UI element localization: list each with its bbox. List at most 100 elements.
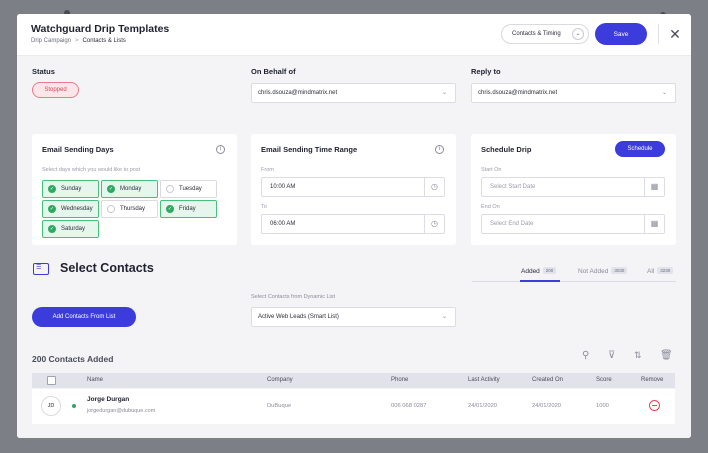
day-thursday[interactable]: Thursday [101,200,158,218]
contact-company: DuBuque [267,403,292,409]
info-icon[interactable]: i [216,145,225,154]
filter-icon[interactable]: ⊽ [608,350,615,361]
check-icon: ✓ [107,185,115,193]
breadcrumb-item-contacts-lists: Contacts & Lists [82,38,126,44]
contact-name[interactable]: Jorge Durgan [87,396,129,403]
contacts-timing-dropdown[interactable]: Contacts & Timing ⌄ [501,24,589,44]
status-badge: Stopped [32,82,79,98]
contact-score: 1000 [596,403,609,409]
schedule-drip-title: Schedule Drip [481,145,532,154]
contact-last-activity: 24/01/2020 [468,403,498,409]
from-time-input[interactable]: 10:00 AM ◷ [261,177,445,197]
day-monday[interactable]: ✓ Monday [101,180,158,198]
close-icon[interactable]: ✕ [665,24,685,44]
schedule-button[interactable]: Schedule [615,141,665,157]
tab-all[interactable]: All 3230 [647,267,674,275]
day-friday[interactable]: ✓ Friday [160,200,217,218]
contacts-count-title: 200 Contacts Added [32,354,114,364]
column-header-last-activity[interactable]: Last Activity [468,377,500,383]
column-header-created-on[interactable]: Created On [532,377,563,383]
tab-not-added[interactable]: Not Added 3030 [578,267,628,275]
start-date-input[interactable]: Select Start Date ▦ [481,177,665,197]
breadcrumb-item-drip-campaign[interactable]: Drip Campaign [31,38,71,44]
email-sending-days-title: Email Sending Days [42,145,114,154]
reply-to-label: Reply to [471,67,501,76]
select-all-checkbox[interactable] [47,376,56,385]
info-icon[interactable]: i [435,145,444,154]
column-header-name[interactable]: Name [87,377,103,383]
calendar-icon[interactable]: ▦ [644,215,664,233]
add-contacts-from-list-button[interactable]: Add Contacts From List [32,307,136,327]
contacts-card-icon: ☰ [33,263,49,275]
modal-header: Watchguard Drip Templates Drip Campaign >… [17,14,691,56]
to-label: To [261,204,267,210]
chevron-down-icon: ⌄ [441,90,447,96]
chevron-down-icon: ⌄ [572,28,584,40]
email-sending-days-card: Email Sending Days i Select days which y… [32,134,237,245]
breadcrumb: Drip Campaign > Contacts & Lists [31,38,126,44]
to-time-input[interactable]: 06:00 AM ◷ [261,214,445,234]
drip-template-modal: Watchguard Drip Templates Drip Campaign >… [17,14,691,438]
day-wednesday[interactable]: ✓ Wednesday [42,200,99,218]
tab-count: 3230 [657,267,674,274]
on-behalf-select[interactable]: chris.dsouza@mindmatrix.net ⌄ [251,83,456,103]
chevron-down-icon: ⌄ [661,90,667,96]
column-header-score[interactable]: Score [596,377,612,383]
tab-count: 3030 [611,267,628,274]
online-status-dot [72,404,76,408]
calendar-icon[interactable]: ▦ [644,178,664,196]
day-label: Wednesday [61,206,93,212]
check-icon: ✓ [48,185,56,193]
on-behalf-label: On Behalf of [251,67,296,76]
contact-created-on: 24/01/2020 [532,403,562,409]
column-header-company[interactable]: Company [267,377,293,383]
day-saturday[interactable]: ✓ Saturday [42,220,99,238]
save-button[interactable]: Save [595,23,647,45]
table-header: Name Company Phone Last Activity Created… [32,373,675,388]
page-title: Watchguard Drip Templates [31,23,170,35]
day-sunday[interactable]: ✓ Sunday [42,180,99,198]
sort-icon[interactable]: ⇅ [634,350,642,361]
select-contacts-title: Select Contacts [60,261,154,275]
day-label: Thursday [120,206,146,212]
check-icon: ✓ [166,205,174,213]
email-sending-time-card: Email Sending Time Range i From 10:00 AM… [251,134,456,245]
day-label: Saturday [61,226,86,232]
on-behalf-value: chris.dsouza@mindmatrix.net [258,90,338,96]
dynamic-list-select[interactable]: Active Web Leads (Smart List) ⌄ [251,307,456,327]
radio-empty-icon [107,205,115,213]
check-icon: ✓ [48,225,56,233]
day-tuesday[interactable]: Tuesday [160,180,217,198]
clock-icon[interactable]: ◷ [424,215,444,233]
contacts-timing-label: Contacts & Timing [512,31,561,37]
column-header-phone[interactable]: Phone [391,377,408,383]
start-on-label: Start On [481,167,502,173]
chevron-down-icon: ⌄ [441,314,447,320]
table-row[interactable]: JD Jorge Durgan jorgedurgan@dubuque.com … [32,389,675,424]
to-time-value: 06:00 AM [270,221,296,227]
day-label: Sunday [61,186,82,192]
time-range-title: Email Sending Time Range [261,145,358,154]
contact-phone: 006 068 0287 [391,403,427,409]
end-date-input[interactable]: Select End Date ▦ [481,214,665,234]
dynamic-list-value: Active Web Leads (Smart List) [258,314,339,320]
radio-empty-icon [166,185,174,193]
check-icon: ✓ [48,205,56,213]
reply-to-select[interactable]: chris.dsouza@mindmatrix.net ⌄ [471,83,676,103]
tab-label: All [647,268,655,275]
tab-added[interactable]: Added 200 [521,267,557,275]
day-label: Friday [179,206,196,212]
tab-count: 200 [542,267,557,274]
day-label: Tuesday [179,186,202,192]
tab-label: Not Added [578,268,609,275]
trash-icon[interactable]: 🗑 [660,350,673,361]
from-label: From [261,167,274,173]
search-icon[interactable]: ⚲ [582,350,589,361]
end-on-label: End On [481,204,500,210]
from-time-value: 10:00 AM [270,184,296,190]
tabs-rule [472,281,676,282]
column-header-remove: Remove [641,377,664,383]
remove-contact-icon[interactable] [649,400,660,411]
clock-icon[interactable]: ◷ [424,178,444,196]
dynamic-list-label: Select Contacts from Dynamic List [251,294,336,300]
